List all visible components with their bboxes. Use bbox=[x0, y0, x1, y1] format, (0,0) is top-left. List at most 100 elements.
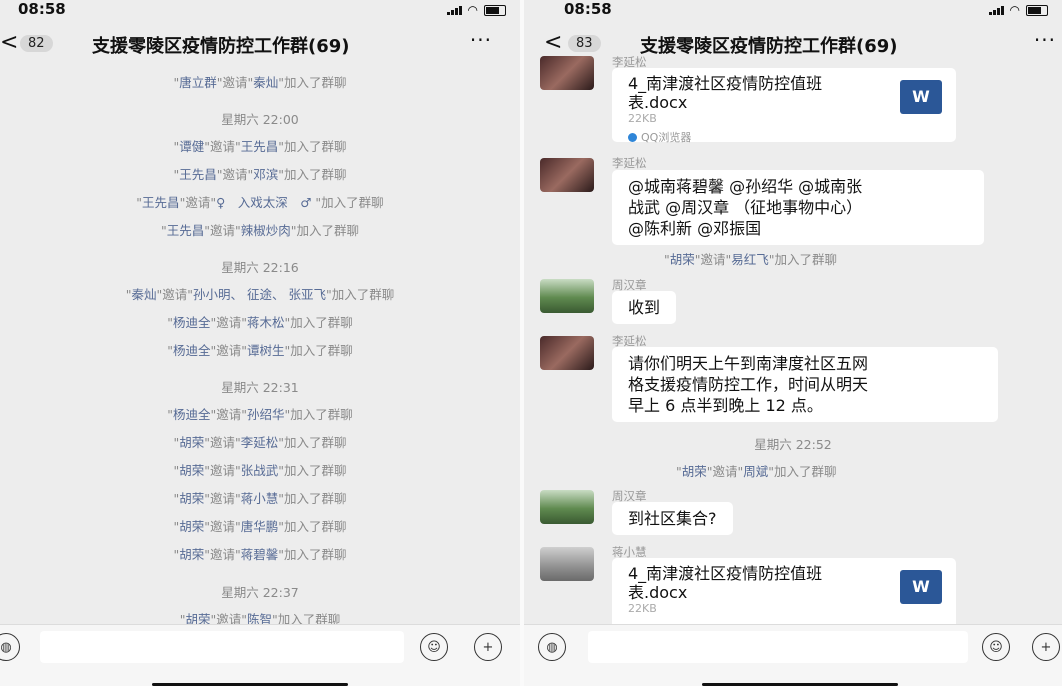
time-divider: 星期六 22:16 bbox=[221, 260, 299, 275]
status-time: 08:58 bbox=[564, 0, 612, 18]
message-input[interactable] bbox=[588, 631, 968, 663]
inviter-name[interactable]: 谭健 bbox=[179, 139, 204, 154]
invitee-name[interactable]: 王先昌 bbox=[241, 139, 279, 154]
plus-icon[interactable]: + bbox=[1032, 633, 1060, 661]
emoji-icon[interactable]: ☺ bbox=[420, 633, 448, 661]
inviter-name[interactable]: 王先昌 bbox=[142, 195, 180, 210]
message-bubble[interactable]: 收到 bbox=[612, 291, 677, 324]
inviter-name[interactable]: 王先昌 bbox=[167, 223, 205, 238]
inviter-name[interactable]: 秦灿 bbox=[132, 287, 157, 302]
inviter-name[interactable]: 胡荣 bbox=[179, 435, 204, 450]
word-doc-icon: W bbox=[900, 80, 942, 114]
invitee-name[interactable]: 易红飞 bbox=[731, 252, 769, 267]
plus-icon[interactable]: + bbox=[474, 633, 502, 661]
input-bar: ◍ ☺ + bbox=[0, 624, 520, 686]
joined-label: 加入了群聊 bbox=[290, 343, 353, 358]
inviter-name[interactable]: 胡荣 bbox=[179, 519, 204, 534]
back-icon[interactable]: < bbox=[0, 30, 18, 55]
invite-label: 邀请 bbox=[209, 223, 235, 238]
message-bubble[interactable]: 到社区集合? bbox=[612, 502, 733, 535]
inviter-name[interactable]: 胡荣 bbox=[670, 252, 695, 267]
invitee-name[interactable]: 蒋碧馨 bbox=[241, 547, 279, 562]
inviter-name[interactable]: 胡荣 bbox=[179, 547, 204, 562]
avatar[interactable] bbox=[540, 56, 594, 90]
joined-label: 加入了群聊 bbox=[284, 519, 347, 534]
inviter-name[interactable]: 杨迪全 bbox=[173, 343, 211, 358]
invitee-name[interactable]: 李延松 bbox=[241, 435, 279, 450]
joined-label: 加入了群聊 bbox=[284, 435, 347, 450]
inviter-name[interactable]: 胡荣 bbox=[179, 491, 204, 506]
invitee-name[interactable]: 蒋小慧 bbox=[241, 491, 279, 506]
avatar[interactable] bbox=[540, 158, 594, 192]
file-message[interactable]: 4_南津渡社区疫情防控值班表.docx 22KB W bbox=[612, 558, 956, 632]
system-message: "王先昌"邀请"♀ 入戏太深 ♂ "加入了群聊 bbox=[0, 192, 520, 211]
time-divider: 星期六 22:00 bbox=[221, 112, 299, 127]
unread-count-badge[interactable]: 83 bbox=[568, 35, 601, 52]
invite-label: 邀请 bbox=[185, 195, 211, 210]
battery-icon bbox=[484, 4, 506, 16]
file-source: QQ浏览器 bbox=[628, 129, 691, 145]
message-line: 格支援疫情防控工作，时间从明天 bbox=[628, 375, 869, 394]
inviter-name[interactable]: 唐立群 bbox=[179, 75, 217, 90]
invitee-name[interactable]: 唐华鹏 bbox=[241, 519, 279, 534]
back-icon[interactable]: < bbox=[544, 30, 562, 55]
inviter-name[interactable]: 王先昌 bbox=[179, 167, 217, 182]
wifi-icon: ◠ bbox=[1009, 3, 1020, 17]
battery-icon bbox=[1026, 4, 1048, 16]
message-bubble[interactable]: 请你们明天上午到南津度社区五网 格支援疫情防控工作，时间从明天 早上 6 点半到… bbox=[612, 347, 998, 422]
qq-browser-icon bbox=[628, 132, 637, 142]
invitee-name[interactable]: 谭树生 bbox=[247, 343, 285, 358]
invitee-name[interactable]: 周斌 bbox=[743, 464, 768, 479]
system-message: "胡荣"邀请"周斌"加入了群聊 bbox=[676, 461, 837, 480]
inviter-name[interactable]: 杨迪全 bbox=[173, 315, 211, 330]
invite-label: 邀请 bbox=[700, 252, 726, 267]
invitee-name[interactable]: 孙小明、 征途、 张亚飞 bbox=[193, 287, 326, 302]
avatar[interactable] bbox=[540, 490, 594, 524]
message-line: @城南蒋碧馨 @孙绍华 @城南张 bbox=[628, 177, 863, 196]
invitee-name[interactable]: 秦灿 bbox=[253, 75, 278, 90]
invitee-name[interactable]: 张战武 bbox=[241, 463, 279, 478]
unread-count-badge[interactable]: 82 bbox=[20, 35, 53, 52]
message-input[interactable] bbox=[40, 631, 404, 663]
system-message: "胡荣"邀请"张战武"加入了群聊 bbox=[0, 460, 520, 479]
inviter-name[interactable]: 杨迪全 bbox=[173, 407, 211, 422]
invite-label: 邀请 bbox=[209, 139, 235, 154]
file-size: 22KB bbox=[628, 602, 657, 615]
signal-icon bbox=[988, 5, 1004, 15]
invitee-name[interactable]: 蒋木松 bbox=[247, 315, 285, 330]
joined-label: 加入了群聊 bbox=[284, 167, 347, 182]
joined-label: 加入了群聊 bbox=[774, 464, 837, 479]
message-bubble[interactable]: @城南蒋碧馨 @孙绍华 @城南张 战武 @周汉章 （征地事物中心） @陈利新 @… bbox=[612, 170, 984, 245]
avatar[interactable] bbox=[540, 336, 594, 370]
avatar[interactable] bbox=[540, 279, 594, 313]
status-time: 08:58 bbox=[18, 0, 66, 18]
inviter-name[interactable]: 胡荣 bbox=[179, 463, 204, 478]
wifi-icon: ◠ bbox=[467, 3, 478, 17]
time-divider: 星期六 22:31 bbox=[221, 380, 299, 395]
invitee-name[interactable]: 辣椒炒肉 bbox=[241, 223, 291, 238]
joined-label: 加入了群聊 bbox=[284, 491, 347, 506]
voice-icon[interactable]: ◍ bbox=[538, 633, 566, 661]
joined-label: 加入了群聊 bbox=[774, 252, 838, 267]
voice-icon[interactable]: ◍ bbox=[0, 633, 20, 661]
nav-bar: < 83 支援零陵区疫情防控工作群(69) ··· bbox=[524, 24, 1062, 64]
invite-label: 邀请 bbox=[209, 547, 235, 562]
status-bar: 08:58 ◠ bbox=[524, 0, 1062, 22]
file-message[interactable]: 4_南津渡社区疫情防控值班表.docx 22KB W QQ浏览器 bbox=[612, 68, 956, 145]
sender-name: 李延松 bbox=[612, 156, 647, 170]
avatar[interactable] bbox=[540, 547, 594, 581]
more-options-icon[interactable]: ··· bbox=[470, 28, 492, 52]
emoji-icon[interactable]: ☺ bbox=[982, 633, 1010, 661]
invite-label: 邀请 bbox=[209, 435, 235, 450]
more-options-icon[interactable]: ··· bbox=[1034, 28, 1056, 52]
invitee-name[interactable]: ♀ 入戏太深 ♂ bbox=[216, 195, 315, 210]
invite-label: 邀请 bbox=[222, 75, 248, 90]
invitee-name[interactable]: 孙绍华 bbox=[247, 407, 285, 422]
system-message: "胡荣"邀请"蒋碧馨"加入了群聊 bbox=[0, 544, 520, 563]
joined-label: 加入了群聊 bbox=[290, 315, 353, 330]
invitee-name[interactable]: 邓滨 bbox=[253, 167, 278, 182]
message-line: 请你们明天上午到南津度社区五网 bbox=[628, 354, 869, 373]
invite-label: 邀请 bbox=[712, 464, 738, 479]
system-message: "杨迪全"邀请"蒋木松"加入了群聊 bbox=[0, 312, 520, 331]
inviter-name[interactable]: 胡荣 bbox=[682, 464, 707, 479]
